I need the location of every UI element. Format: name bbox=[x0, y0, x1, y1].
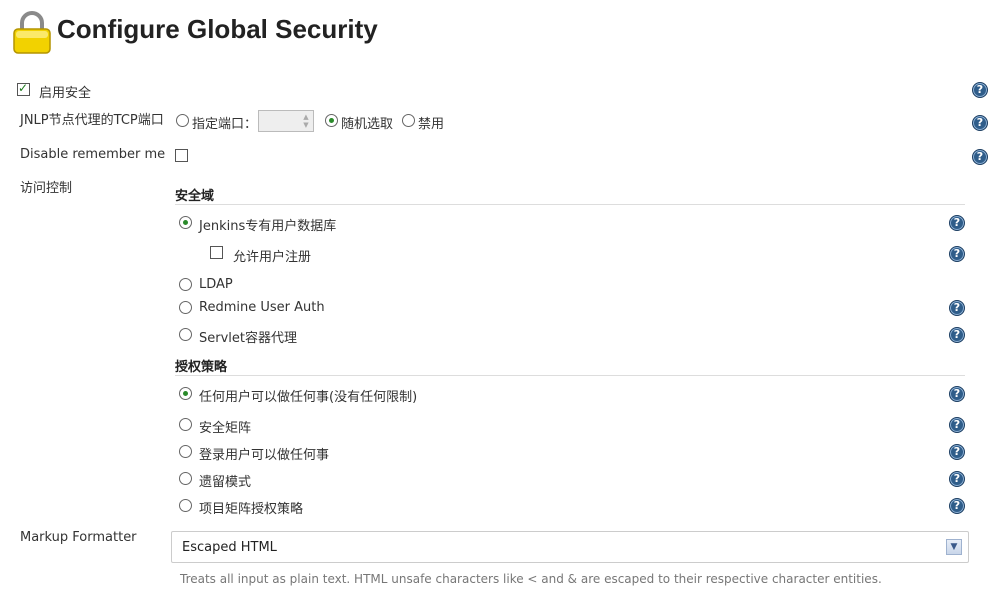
lock-icon bbox=[12, 10, 52, 54]
jnlp-fixed-port-radio[interactable] bbox=[176, 114, 189, 127]
remember-me-label: Disable remember me bbox=[20, 147, 166, 162]
help-icon[interactable]: ? bbox=[949, 215, 965, 231]
remember-me-checkbox[interactable] bbox=[175, 149, 188, 162]
help-icon[interactable]: ? bbox=[972, 82, 988, 98]
help-icon[interactable]: ? bbox=[949, 417, 965, 433]
help-icon[interactable]: ? bbox=[949, 444, 965, 460]
allow-signup-checkbox[interactable] bbox=[210, 246, 223, 259]
auth-anyone-label: 任何用户可以做任何事(没有任何限制) bbox=[199, 390, 418, 405]
help-icon[interactable]: ? bbox=[949, 327, 965, 343]
page-title: Configure Global Security bbox=[57, 14, 378, 44]
authorization-heading: 授权策略 bbox=[175, 360, 228, 375]
divider bbox=[175, 204, 965, 205]
jnlp-random-radio[interactable] bbox=[325, 114, 338, 127]
realm-ldap-radio[interactable] bbox=[179, 278, 192, 291]
jnlp-fixed-port-label: 指定端口： bbox=[192, 117, 258, 132]
divider bbox=[175, 375, 965, 376]
help-icon[interactable]: ? bbox=[949, 246, 965, 262]
help-icon[interactable]: ? bbox=[949, 498, 965, 514]
jnlp-disable-radio[interactable] bbox=[402, 114, 415, 127]
allow-signup-label: 允许用户注册 bbox=[233, 250, 312, 265]
help-icon[interactable]: ? bbox=[972, 149, 988, 165]
help-icon[interactable]: ? bbox=[949, 300, 965, 316]
jnlp-port-label: JNLP节点代理的TCP端口 bbox=[20, 113, 164, 128]
realm-redmine-radio[interactable] bbox=[179, 301, 192, 314]
chevron-down-icon[interactable]: ▼ bbox=[946, 539, 962, 555]
markup-formatter-value: Escaped HTML bbox=[182, 540, 277, 555]
realm-jenkins-db-radio[interactable] bbox=[179, 216, 192, 229]
markup-formatter-label: Markup Formatter bbox=[20, 530, 137, 545]
auth-legacy-radio[interactable] bbox=[179, 472, 192, 485]
realm-jenkins-db-label: Jenkins专有用户数据库 bbox=[199, 219, 337, 234]
jnlp-disable-label: 禁用 bbox=[418, 117, 445, 132]
markup-formatter-select[interactable]: Escaped HTML ▼ bbox=[171, 531, 969, 563]
auth-project-matrix-label: 项目矩阵授权策略 bbox=[199, 502, 304, 517]
auth-project-matrix-radio[interactable] bbox=[179, 499, 192, 512]
help-icon[interactable]: ? bbox=[949, 471, 965, 487]
jnlp-port-input[interactable]: ▲ ▼ bbox=[258, 110, 314, 132]
access-control-label: 访问控制 bbox=[20, 181, 73, 196]
auth-matrix-label: 安全矩阵 bbox=[199, 421, 252, 436]
auth-matrix-radio[interactable] bbox=[179, 418, 192, 431]
enable-security-checkbox[interactable] bbox=[17, 81, 30, 96]
security-realm-heading: 安全域 bbox=[175, 189, 215, 204]
realm-redmine-label: Redmine User Auth bbox=[199, 300, 325, 315]
auth-logged-in-radio[interactable] bbox=[179, 445, 192, 458]
jnlp-random-label: 随机选取 bbox=[341, 117, 394, 132]
help-icon[interactable]: ? bbox=[972, 115, 988, 131]
auth-legacy-label: 遗留模式 bbox=[199, 475, 252, 490]
help-icon[interactable]: ? bbox=[949, 386, 965, 402]
realm-servlet-label: Servlet容器代理 bbox=[199, 331, 297, 346]
auth-anyone-radio[interactable] bbox=[179, 387, 192, 400]
realm-ldap-label: LDAP bbox=[199, 277, 233, 292]
realm-servlet-radio[interactable] bbox=[179, 328, 192, 341]
markup-formatter-hint: Treats all input as plain text. HTML uns… bbox=[180, 572, 882, 586]
enable-security-label: 启用安全 bbox=[39, 86, 92, 101]
port-spinner[interactable]: ▲ ▼ bbox=[301, 113, 311, 129]
auth-logged-in-label: 登录用户可以做任何事 bbox=[199, 448, 330, 463]
